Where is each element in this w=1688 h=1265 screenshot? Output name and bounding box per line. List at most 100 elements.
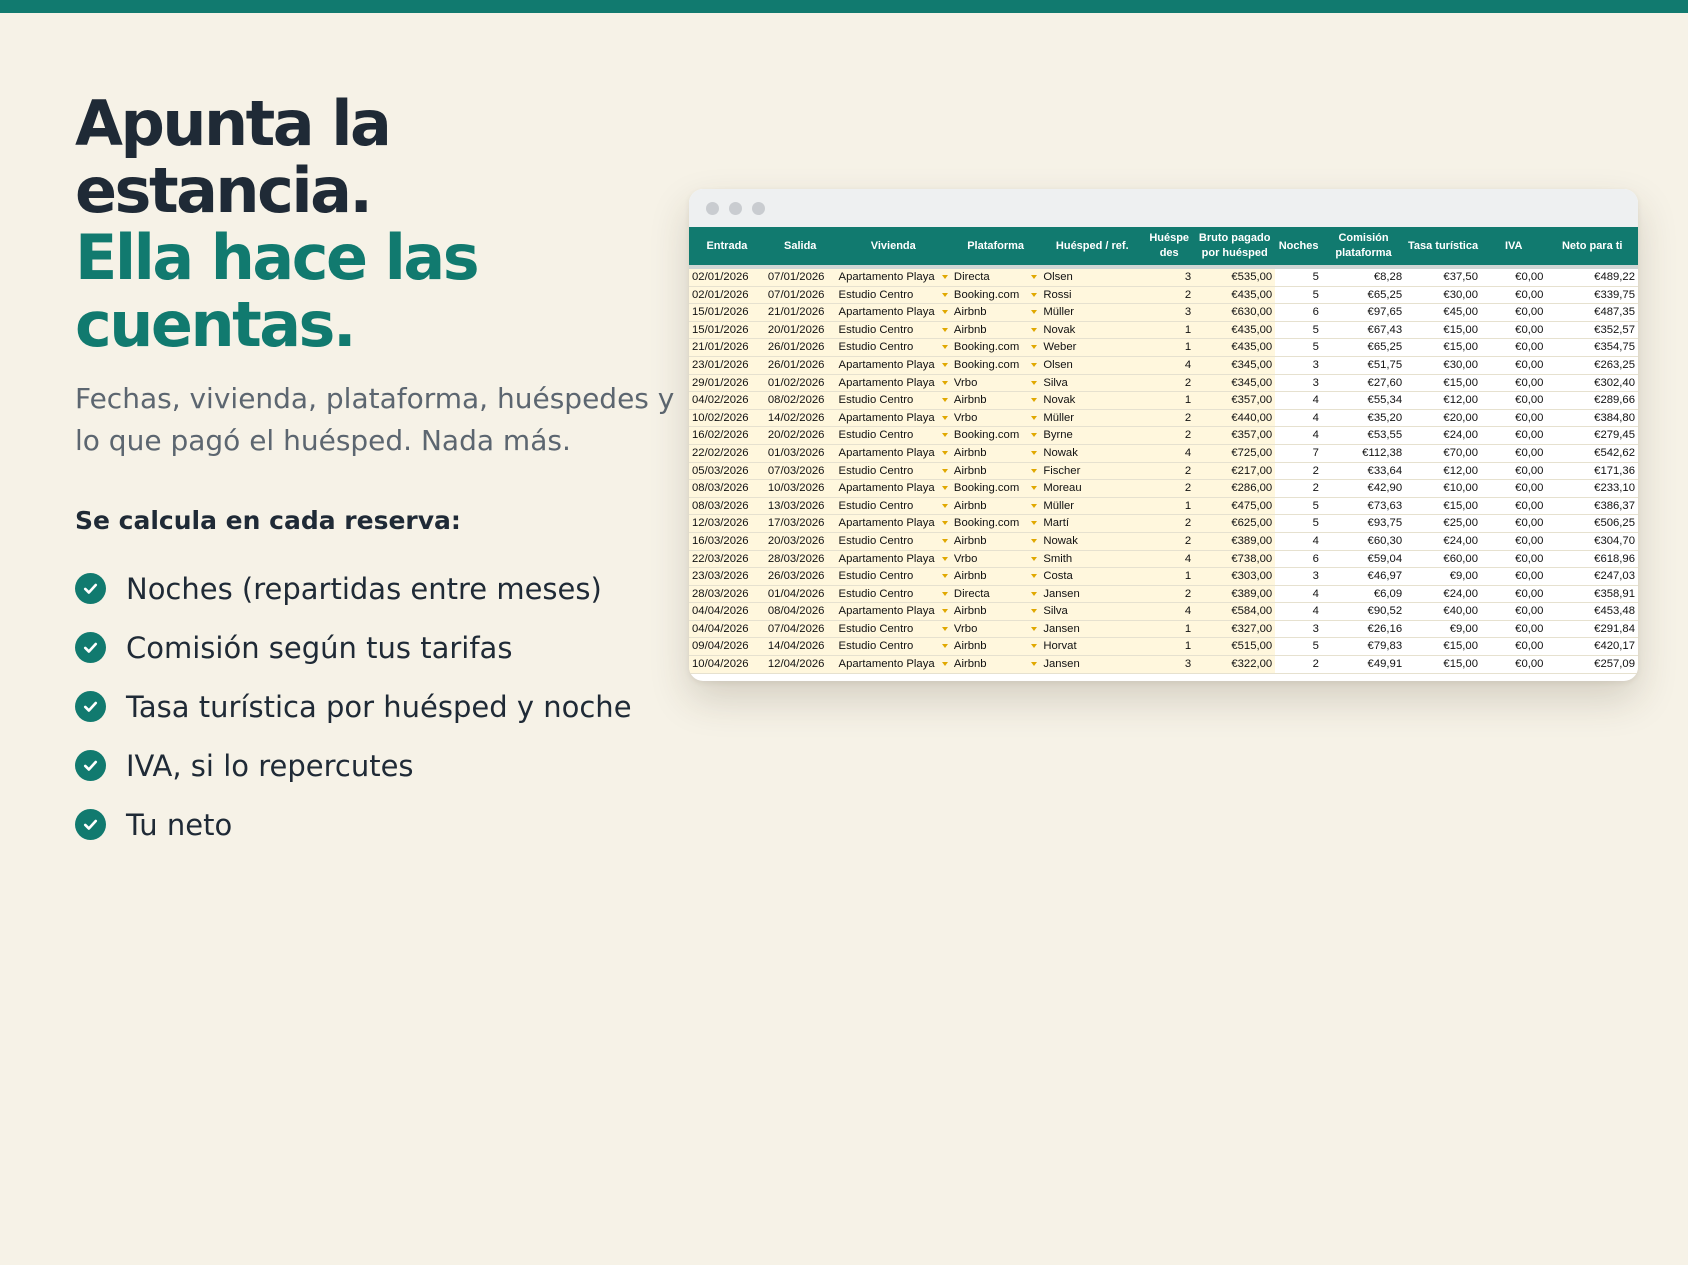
cell-huespedes[interactable]: 3 — [1144, 303, 1195, 322]
cell-tasa[interactable]: €9,00 — [1405, 620, 1481, 639]
cell-neto[interactable]: €171,36 — [1546, 462, 1638, 481]
cell-huesped[interactable]: Silva — [1040, 602, 1145, 621]
cell-comision[interactable]: €6,09 — [1321, 585, 1406, 604]
cell-noches[interactable]: 5 — [1275, 338, 1322, 357]
cell-plataforma[interactable]: Airbnb — [950, 444, 1041, 463]
cell-vivienda[interactable]: Estudio Centro — [835, 567, 951, 586]
dropdown-arrow-icon[interactable] — [941, 574, 948, 579]
dropdown-arrow-icon[interactable] — [941, 415, 948, 420]
cell-neto[interactable]: €386,37 — [1546, 497, 1638, 516]
cell-comision[interactable]: €53,55 — [1321, 426, 1406, 445]
cell-plataforma[interactable]: Booking.com — [950, 426, 1041, 445]
dropdown-arrow-icon[interactable] — [1031, 380, 1038, 385]
cell-iva[interactable]: €0,00 — [1480, 550, 1547, 569]
cell-iva[interactable]: €0,00 — [1480, 409, 1547, 428]
cell-tasa[interactable]: €30,00 — [1405, 356, 1481, 375]
cell-bruto[interactable]: €389,00 — [1194, 585, 1276, 604]
cell-huespedes[interactable]: 1 — [1144, 497, 1195, 516]
col-header-huespedes[interactable]: Huéspe des — [1144, 227, 1195, 269]
cell-iva[interactable]: €0,00 — [1480, 356, 1547, 375]
dropdown-arrow-icon[interactable] — [941, 327, 948, 332]
cell-plataforma[interactable]: Booking.com — [950, 356, 1041, 375]
cell-iva[interactable]: €0,00 — [1480, 321, 1547, 340]
cell-iva[interactable]: €0,00 — [1480, 602, 1547, 621]
dropdown-arrow-icon[interactable] — [1031, 292, 1038, 297]
cell-comision[interactable]: €55,34 — [1321, 391, 1406, 410]
cell-neto[interactable]: €358,91 — [1546, 585, 1638, 604]
cell-entrada[interactable]: 02/01/2026 — [689, 267, 765, 287]
cell-noches[interactable]: 3 — [1275, 374, 1322, 393]
cell-huesped[interactable]: Olsen — [1040, 356, 1145, 375]
cell-huesped[interactable]: Horvat — [1040, 637, 1145, 657]
cell-salida[interactable]: 14/02/2026 — [764, 409, 836, 428]
cell-iva[interactable]: €0,00 — [1480, 655, 1547, 674]
cell-entrada[interactable]: 08/03/2026 — [689, 479, 765, 498]
cell-comision[interactable]: €26,16 — [1321, 620, 1406, 639]
cell-huespedes[interactable]: 2 — [1144, 409, 1195, 428]
cell-noches[interactable]: 5 — [1275, 286, 1322, 305]
cell-vivienda[interactable]: Estudio Centro — [835, 532, 951, 551]
cell-huespedes[interactable]: 4 — [1144, 602, 1195, 621]
dropdown-arrow-icon[interactable] — [941, 486, 948, 491]
dropdown-arrow-icon[interactable] — [1031, 626, 1038, 631]
cell-bruto[interactable]: €535,00 — [1194, 267, 1276, 287]
cell-noches[interactable]: 3 — [1275, 356, 1322, 375]
cell-bruto[interactable]: €217,00 — [1194, 462, 1276, 481]
cell-huespedes[interactable]: 1 — [1144, 620, 1195, 639]
cell-plataforma[interactable]: Airbnb — [950, 497, 1041, 516]
cell-huesped[interactable]: Byrne — [1040, 426, 1145, 445]
cell-comision[interactable]: €51,75 — [1321, 356, 1406, 375]
cell-huespedes[interactable]: 2 — [1144, 585, 1195, 604]
dropdown-arrow-icon[interactable] — [1031, 327, 1038, 332]
cell-plataforma[interactable]: Airbnb — [950, 303, 1041, 322]
cell-vivienda[interactable]: Apartamento Playa — [835, 479, 951, 498]
cell-comision[interactable]: €33,64 — [1321, 462, 1406, 481]
cell-comision[interactable]: €93,75 — [1321, 514, 1406, 533]
cell-salida[interactable]: 07/04/2026 — [764, 620, 836, 639]
cell-comision[interactable]: €8,28 — [1321, 267, 1406, 287]
cell-salida[interactable]: 08/02/2026 — [764, 391, 836, 410]
cell-iva[interactable]: €0,00 — [1480, 444, 1547, 463]
cell-salida[interactable]: 07/01/2026 — [764, 286, 836, 305]
cell-iva[interactable]: €0,00 — [1480, 462, 1547, 481]
cell-iva[interactable]: €0,00 — [1480, 497, 1547, 516]
cell-huespedes[interactable]: 2 — [1144, 426, 1195, 445]
cell-vivienda[interactable]: Estudio Centro — [835, 585, 951, 604]
cell-noches[interactable]: 5 — [1275, 514, 1322, 533]
cell-huesped[interactable]: Jansen — [1040, 655, 1145, 674]
cell-plataforma[interactable]: Booking.com — [950, 479, 1041, 498]
cell-noches[interactable]: 3 — [1275, 620, 1322, 639]
dropdown-arrow-icon[interactable] — [1031, 433, 1038, 438]
cell-salida[interactable]: 01/04/2026 — [764, 585, 836, 604]
cell-salida[interactable]: 01/02/2026 — [764, 374, 836, 393]
dropdown-arrow-icon[interactable] — [1031, 503, 1038, 508]
cell-plataforma[interactable]: Airbnb — [950, 567, 1041, 586]
cell-salida[interactable]: 13/03/2026 — [764, 497, 836, 516]
dropdown-arrow-icon[interactable] — [941, 538, 948, 543]
cell-huespedes[interactable]: 4 — [1144, 550, 1195, 569]
cell-vivienda[interactable]: Estudio Centro — [835, 321, 951, 340]
cell-bruto[interactable]: €725,00 — [1194, 444, 1276, 463]
cell-huespedes[interactable]: 4 — [1144, 444, 1195, 463]
col-header-vivienda[interactable]: Vivienda — [835, 227, 951, 269]
cell-huespedes[interactable]: 1 — [1144, 637, 1195, 657]
cell-plataforma[interactable]: Booking.com — [950, 338, 1041, 357]
cell-huesped[interactable]: Moreau — [1040, 479, 1145, 498]
cell-bruto[interactable]: €475,00 — [1194, 497, 1276, 516]
dropdown-arrow-icon[interactable] — [941, 398, 948, 403]
cell-bruto[interactable]: €286,00 — [1194, 479, 1276, 498]
cell-plataforma[interactable]: Airbnb — [950, 462, 1041, 481]
cell-iva[interactable]: €0,00 — [1480, 286, 1547, 305]
cell-iva[interactable]: €0,00 — [1480, 620, 1547, 639]
cell-bruto[interactable]: €630,00 — [1194, 303, 1276, 322]
cell-huespedes[interactable]: 2 — [1144, 479, 1195, 498]
cell-neto[interactable]: €304,70 — [1546, 532, 1638, 551]
cell-huesped[interactable]: Jansen — [1040, 585, 1145, 604]
cell-neto[interactable]: €542,62 — [1546, 444, 1638, 463]
cell-bruto[interactable]: €515,00 — [1194, 637, 1276, 657]
cell-bruto[interactable]: €625,00 — [1194, 514, 1276, 533]
col-header-entrada[interactable]: Entrada — [689, 227, 765, 269]
cell-comision[interactable]: €97,65 — [1321, 303, 1406, 322]
cell-iva[interactable]: €0,00 — [1480, 267, 1547, 287]
cell-iva[interactable]: €0,00 — [1480, 532, 1547, 551]
